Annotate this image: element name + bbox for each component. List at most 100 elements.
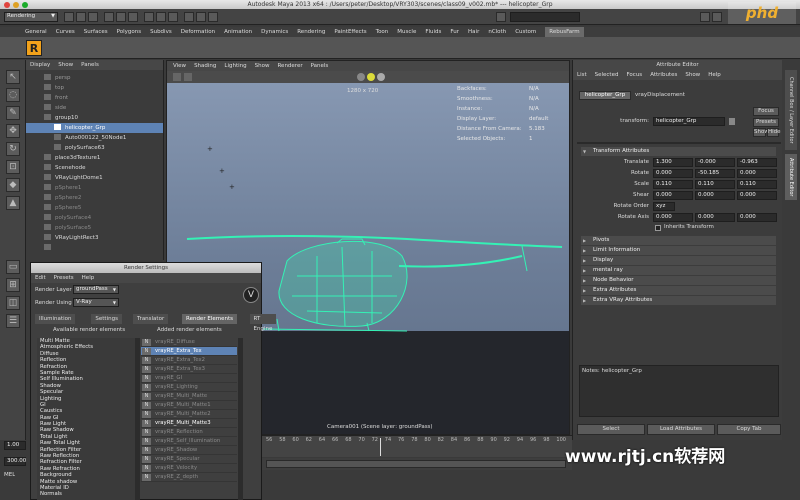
attribute-value-field[interactable]: 0.110	[695, 180, 735, 189]
presets-button[interactable]: Presets	[753, 118, 779, 127]
attribute-section[interactable]: Display	[581, 256, 776, 265]
added-elements-list[interactable]: vrayRE_DiffusevrayRE_Extra_Tex vrayRE_Ext…	[141, 338, 237, 500]
time-slider[interactable]: 56 58 60 62 64 66 68 70 72 74 76 78 80 82 84 86 88 90 92 94…	[262, 435, 572, 457]
shelf-tab[interactable]: Curves	[56, 27, 75, 37]
attribute-section[interactable]: Extra Attributes	[581, 286, 776, 295]
added-element-item[interactable]: vrayRE_Specular	[141, 455, 237, 464]
manipulator-tool-icon[interactable]: ◆	[6, 178, 20, 192]
attribute-value-field[interactable]: -0.000	[695, 158, 735, 167]
added-element-item[interactable]: vrayRE_Diffuse	[141, 338, 237, 347]
added-element-item[interactable]: vrayRE_Multi_Matte1	[141, 401, 237, 410]
added-element-item[interactable]: vrayRE_Multi_Matte3	[141, 419, 237, 428]
added-element-item[interactable]: vrayRE_Self_Illumination	[141, 437, 237, 446]
shelf-tab[interactable]: Toon	[376, 27, 389, 37]
toggle-attribute-editor-icon[interactable]	[712, 12, 722, 22]
outliner-item[interactable]: front	[26, 93, 163, 103]
shelf-tab[interactable]: Hair	[468, 27, 479, 37]
close-window-icon[interactable]	[4, 2, 10, 8]
ipr-render-icon[interactable]	[196, 12, 206, 22]
select-button[interactable]: Select	[577, 424, 645, 435]
added-element-item[interactable]: vrayRE_Extra_Tex	[141, 347, 237, 356]
outliner-menu-item[interactable]: Show	[58, 60, 73, 70]
added-element-item[interactable]: vrayRE_Lighting	[141, 383, 237, 392]
attribute-menu-item[interactable]: Show	[685, 70, 700, 80]
last-tool-icon[interactable]: ▲	[6, 196, 20, 210]
transform-attributes-section[interactable]: Transform Attributes	[581, 147, 776, 156]
load-attributes-button[interactable]: Load Attributes	[647, 424, 715, 435]
render-using-dropdown[interactable]: V-Ray ▼	[73, 298, 119, 307]
move-tool-icon[interactable]: ✥	[6, 124, 20, 138]
menu-set-dropdown[interactable]: Rendering ▼	[4, 12, 58, 22]
new-scene-icon[interactable]	[64, 12, 74, 22]
select-input-icon[interactable]	[729, 118, 735, 125]
attribute-value-field[interactable]: 0.000	[653, 213, 693, 222]
range-slider[interactable]	[262, 458, 572, 470]
attribute-value-field[interactable]: 0.000	[695, 191, 735, 200]
added-element-item[interactable]: vrayRE_Multi_Matte	[141, 392, 237, 401]
lasso-tool-icon[interactable]: ◌	[6, 88, 20, 102]
rotate-tool-icon[interactable]: ↻	[6, 142, 20, 156]
attribute-section[interactable]: mental ray	[581, 266, 776, 275]
attribute-section[interactable]: Node Behavior	[581, 276, 776, 285]
quick-select-input[interactable]	[510, 12, 580, 22]
render-settings-menu-item[interactable]: Help	[82, 273, 95, 283]
added-element-item[interactable]: vrayRE_Extra_Tex3	[141, 365, 237, 374]
shelf-tab[interactable]: General	[25, 27, 47, 37]
outliner-item[interactable]: Auto000122_50Node1	[26, 133, 163, 143]
attribute-value-field[interactable]: 0.000	[653, 191, 693, 200]
paint-select-icon[interactable]: ✎	[6, 106, 20, 120]
snap-point-icon[interactable]	[168, 12, 178, 22]
outliner-item[interactable]: pSphere2	[26, 193, 163, 203]
attribute-value-field[interactable]: 0.110	[737, 180, 777, 189]
attribute-menu-item[interactable]: Selected	[595, 70, 619, 80]
range-bar[interactable]	[266, 460, 566, 468]
attribute-value-field[interactable]: 0.110	[653, 180, 693, 189]
select-tool-icon[interactable]: ↖	[6, 70, 20, 84]
outliner-item[interactable]: polySurface5	[26, 223, 163, 233]
focus-button[interactable]: Focus	[753, 107, 779, 116]
tab-channel-box[interactable]: Channel Box / Layer Editor	[785, 70, 797, 150]
attribute-value-field[interactable]: 0.000	[695, 213, 735, 222]
rebusfarm-shelf-button[interactable]: R	[26, 40, 42, 56]
outliner-item[interactable]: Scenehode	[26, 163, 163, 173]
current-time-marker[interactable]	[380, 438, 381, 456]
outliner-item[interactable]: VRayLightRect3	[26, 233, 163, 243]
outliner-layout-icon[interactable]: ☰	[6, 314, 20, 328]
attribute-menu-item[interactable]: List	[577, 70, 587, 80]
toggle-channel-box-icon[interactable]	[700, 12, 710, 22]
attribute-value-field[interactable]: 0.000	[653, 169, 693, 178]
outliner-item[interactable]	[26, 243, 163, 253]
minimize-window-icon[interactable]	[13, 2, 19, 8]
attribute-value-field[interactable]: 0.000	[737, 213, 777, 222]
available-elements-list[interactable]: Multi Matte Atmospheric Effects Diffuse Ref…	[37, 338, 135, 500]
attribute-section[interactable]: Extra VRay Attributes	[581, 296, 776, 305]
tab-vraydisplacement[interactable]: vrayDisplacement	[635, 92, 685, 98]
outliner-item[interactable]: polySurface63	[26, 143, 163, 153]
render-settings-menu-item[interactable]: Edit	[35, 273, 46, 283]
two-pane-layout-icon[interactable]: ◫	[6, 296, 20, 310]
zoom-window-icon[interactable]	[22, 2, 28, 8]
shelf-tab[interactable]: Muscle	[397, 27, 416, 37]
list-scrollbar[interactable]	[238, 338, 243, 500]
shelf-tab[interactable]: RebusFarm	[545, 27, 584, 37]
snap-grid-icon[interactable]	[144, 12, 154, 22]
added-element-item[interactable]: vrayRE_GI	[141, 374, 237, 383]
added-element-item[interactable]: vrayRE_Reflection	[141, 428, 237, 437]
shelf-tab[interactable]: Animation	[224, 27, 252, 37]
attribute-value-field[interactable]: xyz	[653, 202, 675, 211]
shelf-tab[interactable]: nCloth	[488, 27, 506, 37]
attribute-value-field[interactable]: -0.963	[737, 158, 777, 167]
render-frame-icon[interactable]	[184, 12, 194, 22]
shelf-tab[interactable]: Custom	[515, 27, 536, 37]
tab-helicopter-grp[interactable]: helicopter_Grp	[579, 91, 631, 100]
outliner-menu-item[interactable]: Panels	[81, 60, 99, 70]
attribute-menu-item[interactable]: Help	[708, 70, 721, 80]
shelf-tab[interactable]: Fluids	[425, 27, 441, 37]
input-line-icon[interactable]	[496, 12, 506, 22]
shelf-tab[interactable]: Polygons	[117, 27, 141, 37]
open-scene-icon[interactable]	[76, 12, 86, 22]
four-pane-layout-icon[interactable]: ⊞	[6, 278, 20, 292]
outliner-item[interactable]: polySurface4	[26, 213, 163, 223]
shelf-tab[interactable]: Fur	[450, 27, 459, 37]
single-pane-layout-icon[interactable]: ▭	[6, 260, 20, 274]
